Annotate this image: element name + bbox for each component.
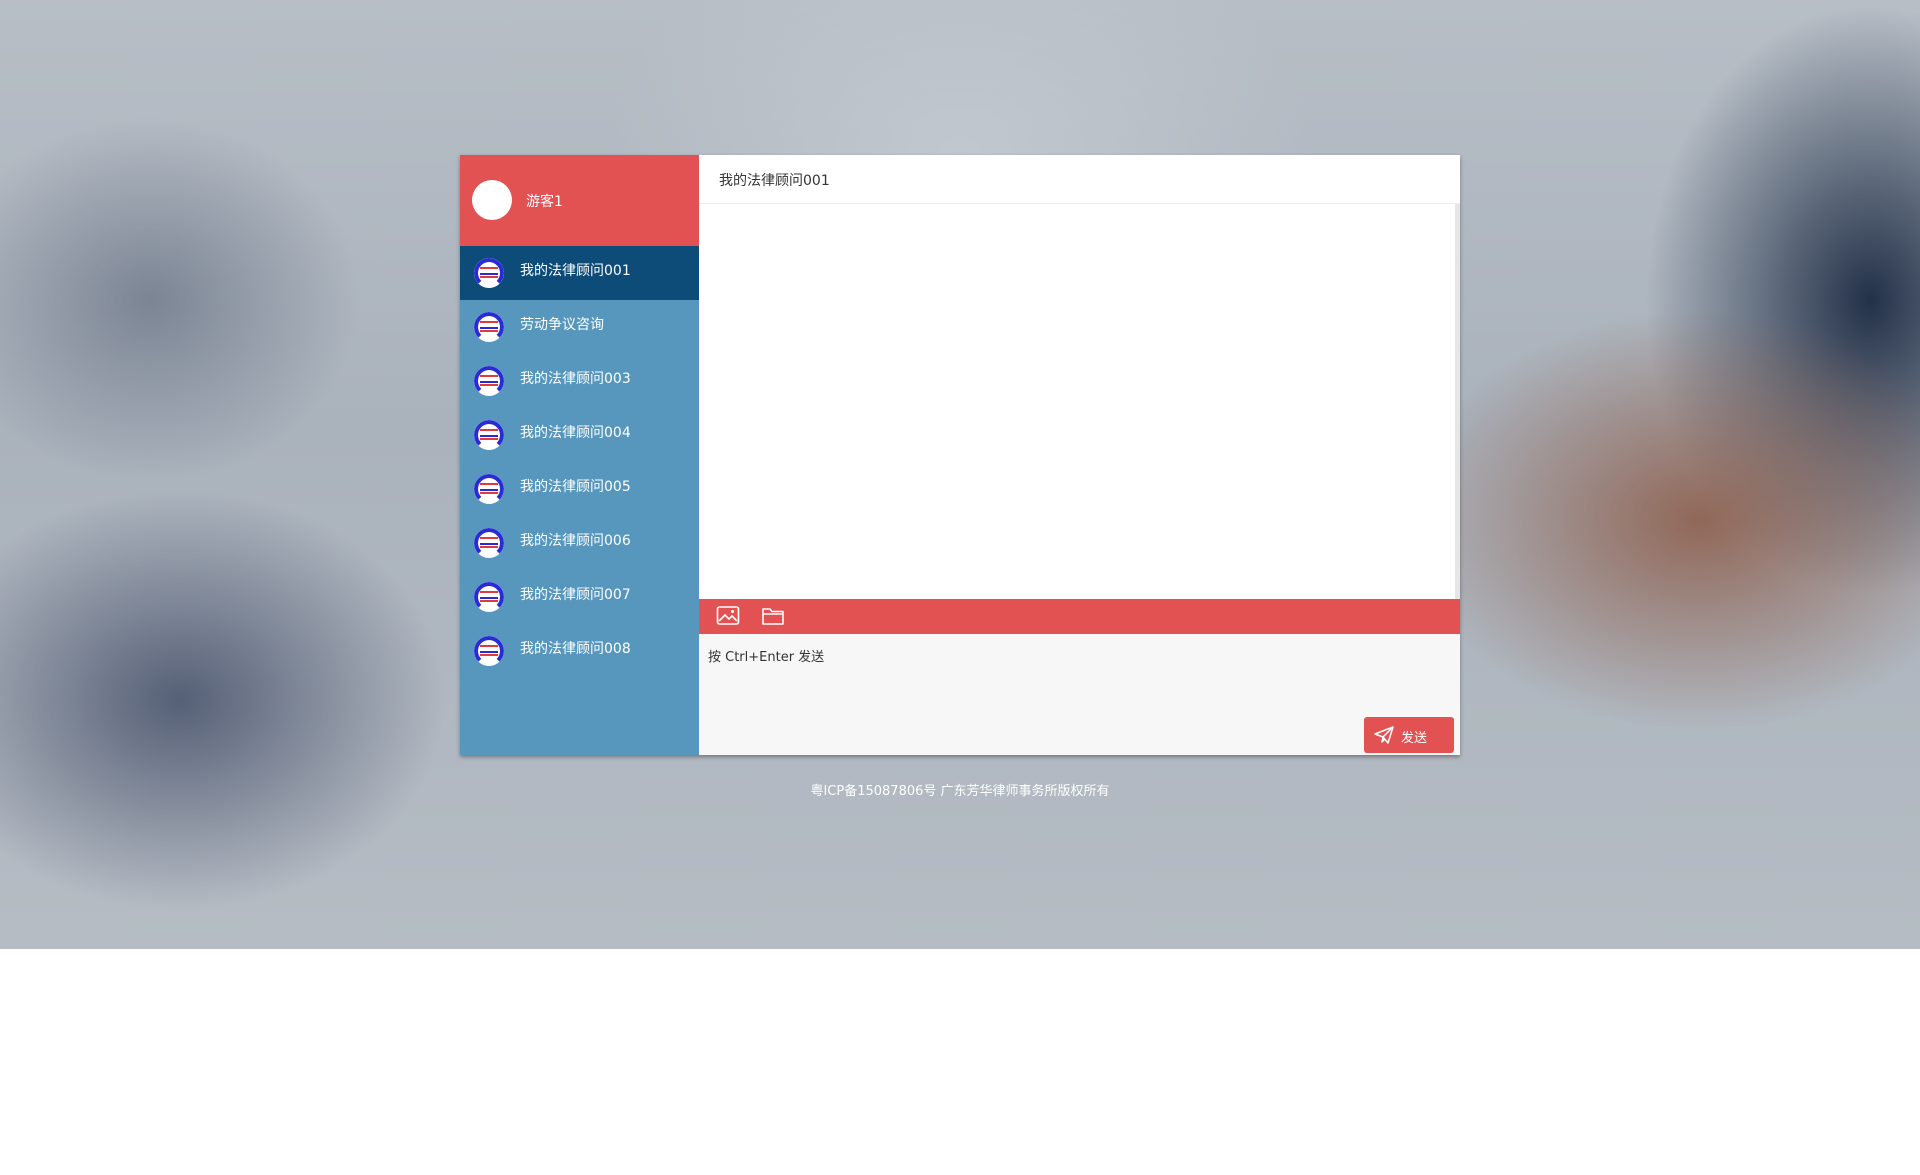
contact-avatar bbox=[474, 474, 504, 504]
contact-avatar bbox=[474, 528, 504, 558]
contact-label: 我的法律顾问008 bbox=[520, 641, 631, 657]
footer-copyright: 粤ICP备15087806号 广东芳华律师事务所版权所有 bbox=[810, 784, 1110, 799]
contact-label: 我的法律顾问006 bbox=[520, 533, 631, 549]
chat-header: 我的法律顾问001 bbox=[699, 155, 1460, 204]
contact-avatar bbox=[474, 582, 504, 612]
contact-avatar bbox=[474, 312, 504, 342]
user-name: 游客1 bbox=[526, 194, 563, 210]
user-profile: 游客1 bbox=[460, 155, 699, 246]
contact-item[interactable]: 我的法律顾问001 bbox=[460, 246, 699, 300]
chat-title: 我的法律顾问001 bbox=[719, 173, 830, 189]
sidebar: 游客1 我的法律顾问001 劳动争议咨询 我的法律顾问003 我的法律顾问004… bbox=[460, 155, 699, 755]
contact-item[interactable]: 我的法律顾问003 bbox=[460, 354, 699, 408]
user-avatar bbox=[472, 180, 512, 220]
message-scrollbar[interactable] bbox=[1455, 204, 1460, 599]
folder-icon[interactable] bbox=[761, 605, 785, 627]
contact-avatar bbox=[474, 258, 504, 288]
contact-item[interactable]: 我的法律顾问005 bbox=[460, 462, 699, 516]
contact-label: 我的法律顾问005 bbox=[520, 479, 631, 495]
contact-avatar bbox=[474, 366, 504, 396]
contact-item[interactable]: 我的法律顾问008 bbox=[460, 624, 699, 678]
contact-item[interactable]: 我的法律顾问006 bbox=[460, 516, 699, 570]
contact-label: 我的法律顾问004 bbox=[520, 425, 631, 441]
contact-label: 我的法律顾问001 bbox=[520, 263, 631, 279]
contact-item[interactable]: 我的法律顾问004 bbox=[460, 408, 699, 462]
contact-label: 我的法律顾问007 bbox=[520, 587, 631, 603]
contact-label: 劳动争议咨询 bbox=[520, 317, 604, 333]
message-area[interactable] bbox=[699, 204, 1460, 599]
message-input[interactable] bbox=[699, 634, 1460, 755]
send-button[interactable]: 发送 bbox=[1364, 717, 1454, 753]
contact-label: 我的法律顾问003 bbox=[520, 371, 631, 387]
contact-item[interactable]: 我的法律顾问007 bbox=[460, 570, 699, 624]
paper-plane-icon bbox=[1374, 726, 1394, 744]
chat-panel: 我的法律顾问001 按 Ctrl+Enter 发送 发送 bbox=[699, 155, 1460, 755]
chat-window: 游客1 我的法律顾问001 劳动争议咨询 我的法律顾问003 我的法律顾问004… bbox=[460, 155, 1460, 755]
send-button-label: 发送 bbox=[1401, 731, 1428, 746]
contact-avatar bbox=[474, 636, 504, 666]
input-toolbar bbox=[699, 599, 1460, 634]
contact-item[interactable]: 劳动争议咨询 bbox=[460, 300, 699, 354]
image-icon[interactable] bbox=[716, 605, 740, 627]
message-input-area: 发送 bbox=[699, 634, 1460, 755]
contact-avatar bbox=[474, 420, 504, 450]
